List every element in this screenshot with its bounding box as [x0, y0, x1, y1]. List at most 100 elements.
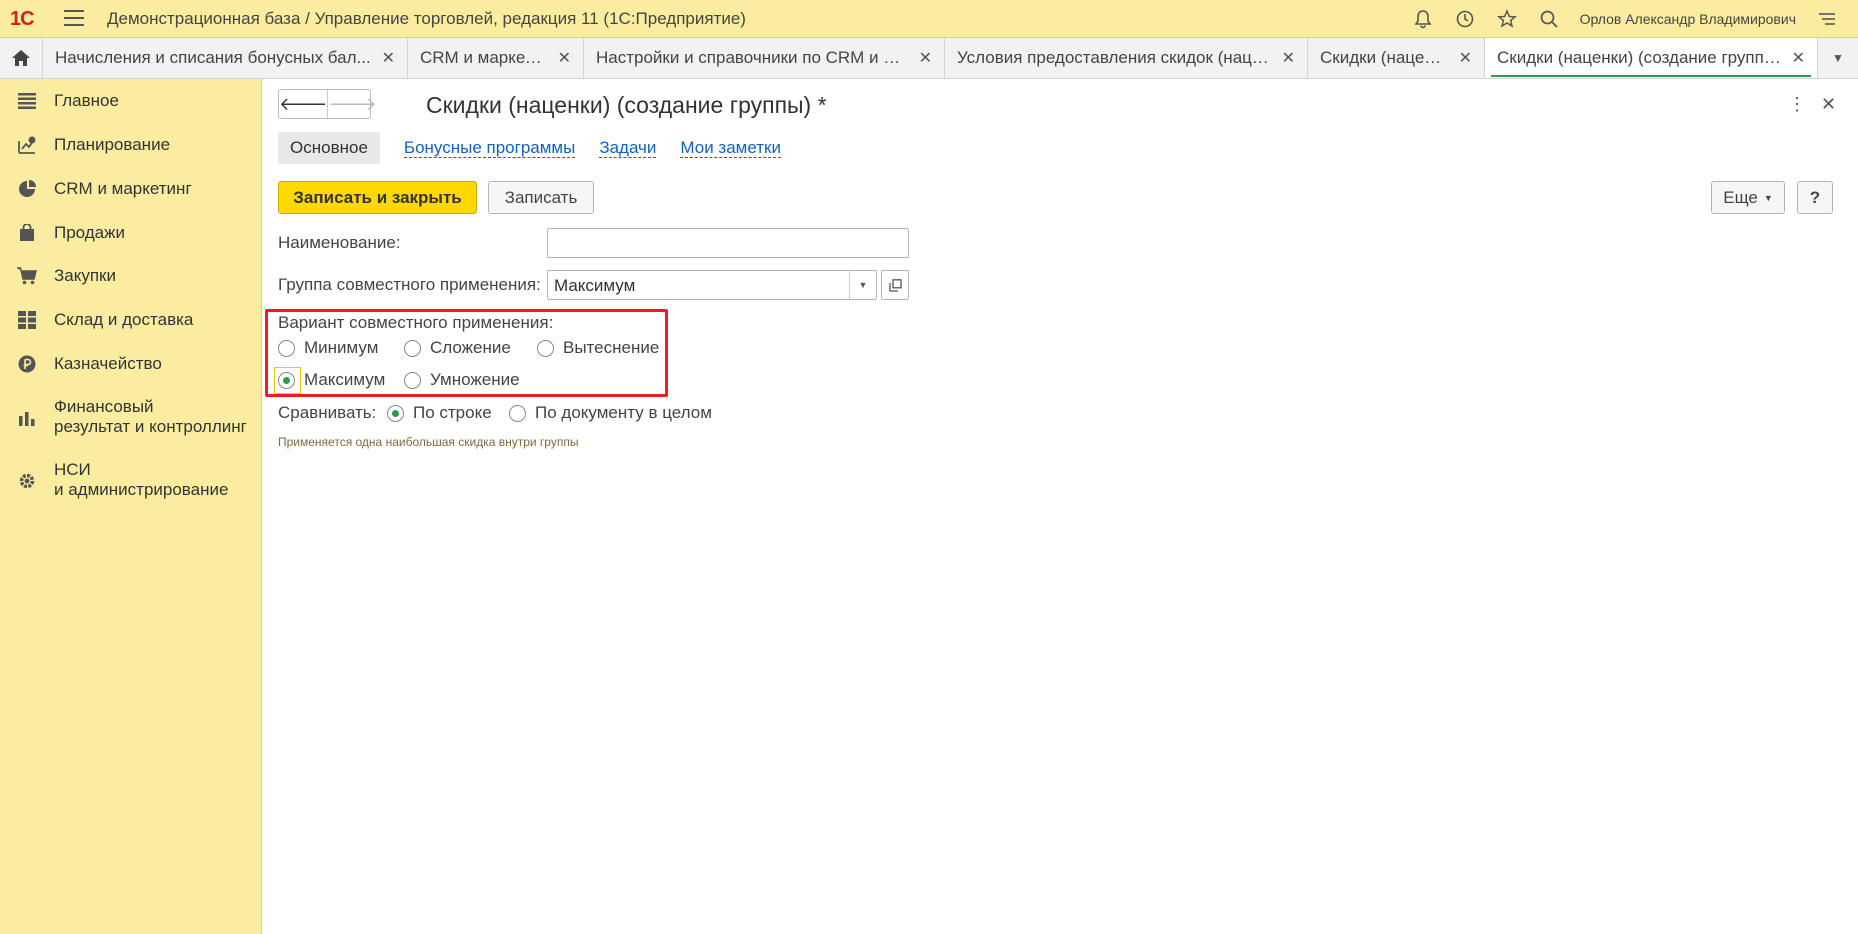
radio-circle-checked[interactable]: [387, 404, 404, 422]
radio-circle[interactable]: [278, 339, 295, 357]
tab-label: Условия предоставления скидок (наце...: [957, 48, 1272, 67]
sidebar-item-label: Продажи: [54, 223, 125, 242]
close-icon[interactable]: ✕: [382, 48, 395, 68]
tab-discount-conditions[interactable]: Условия предоставления скидок (наце... ✕: [945, 38, 1308, 78]
radio-multiplication[interactable]: Умножение: [404, 370, 520, 390]
more-actions-button[interactable]: Еще ▼: [1711, 181, 1785, 214]
home-icon[interactable]: [0, 38, 43, 78]
close-icon[interactable]: ✕: [1282, 48, 1295, 68]
radio-label: По документу в целом: [535, 403, 712, 422]
radio-label: Умножение: [430, 370, 520, 389]
group-select-value: Максимум: [554, 276, 636, 295]
radio-label: Вытеснение: [563, 338, 660, 357]
radio-addition[interactable]: Сложение: [404, 338, 511, 358]
bar-chart-icon: [17, 408, 37, 428]
tab-label: Настройки и справочники по CRM и ма...: [596, 48, 909, 67]
sidebar-item-finance[interactable]: Финансовый результат и контроллинг: [0, 397, 261, 441]
group-select[interactable]: Максимум ▼: [547, 270, 877, 300]
tab-crm-settings[interactable]: Настройки и справочники по CRM и ма... ✕: [584, 38, 945, 78]
top-bar: 1С Демонстрационная база / Управление то…: [0, 0, 1858, 38]
sidebar-item-label: Закупки: [54, 266, 116, 285]
radio-minimum[interactable]: Минимум: [278, 338, 378, 358]
radio-circle[interactable]: [404, 371, 421, 389]
close-icon[interactable]: ✕: [919, 48, 932, 68]
tab-label: Начисления и списания бонусных бал...: [55, 48, 371, 67]
sidebar-item-label: CRM и маркетинг: [54, 179, 192, 198]
radio-circle[interactable]: [537, 339, 554, 357]
radio-by-document[interactable]: По документу в целом: [509, 403, 712, 423]
sidebar-item-purchases[interactable]: Закупки: [0, 266, 261, 288]
sidebar: Главное Планирование CRM и маркетинг Про…: [0, 79, 262, 934]
hint-text: Применяется одна наибольшая скидка внутр…: [278, 435, 579, 449]
chevron-down-icon: ▼: [1763, 192, 1773, 203]
save-and-close-button[interactable]: Записать и закрыть: [278, 181, 477, 214]
tabs-more-icon[interactable]: ▼: [1818, 38, 1858, 78]
sidebar-item-admin[interactable]: НСИ и администрирование: [0, 460, 261, 504]
name-input[interactable]: [547, 228, 909, 258]
menu-icon[interactable]: [64, 10, 84, 31]
ruble-icon: [17, 354, 37, 374]
save-button[interactable]: Записать: [488, 181, 594, 214]
radio-label: Максимум: [304, 370, 386, 389]
history-icon[interactable]: [1454, 8, 1476, 30]
sidebar-item-sales[interactable]: Продажи: [0, 223, 261, 245]
history-nav: 🡐 🡒: [278, 89, 377, 119]
app-logo[interactable]: 1С: [10, 8, 35, 31]
group-label: Группа совместного применения:: [278, 275, 541, 294]
sidebar-item-treasury[interactable]: Казначейство: [0, 354, 261, 376]
sidebar-item-label: Финансовый результат и контроллинг: [54, 397, 247, 436]
chevron-down-icon[interactable]: ▼: [849, 271, 876, 299]
more-vertical-icon[interactable]: ⋮: [1788, 94, 1806, 115]
radio-displacement[interactable]: Вытеснение: [537, 338, 659, 358]
sidebar-item-warehouse[interactable]: Склад и доставка: [0, 310, 261, 332]
gear-icon: [17, 471, 37, 491]
star-icon[interactable]: [1496, 8, 1518, 30]
radio-by-row[interactable]: По строке: [387, 403, 492, 423]
shopping-bag-icon: [17, 223, 37, 243]
sidebar-item-main[interactable]: Главное: [0, 91, 261, 113]
section-bonus-programs[interactable]: Бонусные программы: [403, 138, 576, 158]
tabs-bar: Начисления и списания бонусных бал... ✕ …: [0, 38, 1858, 79]
radio-circle-checked[interactable]: [278, 371, 295, 389]
planning-icon: [17, 135, 37, 155]
variant-label: Вариант совместного применения:: [278, 313, 554, 332]
close-icon[interactable]: ✕: [558, 48, 571, 68]
sidebar-item-label: Казначейство: [54, 354, 162, 373]
radio-circle[interactable]: [404, 339, 421, 357]
more-actions-label: Еще: [1723, 187, 1758, 207]
list-icon: [17, 91, 37, 111]
bell-icon[interactable]: [1412, 8, 1434, 30]
user-name[interactable]: Орлов Александр Владимирович: [1580, 11, 1796, 27]
open-icon[interactable]: [881, 270, 909, 300]
section-tasks[interactable]: Задачи: [599, 138, 657, 158]
tab-bonus-accruals[interactable]: Начисления и списания бонусных бал... ✕: [43, 38, 408, 78]
tab-discounts-create-group[interactable]: Скидки (наценки) (создание группы) * ✕: [1485, 38, 1818, 78]
sidebar-item-label: Планирование: [54, 135, 171, 154]
sidebar-item-label: Склад и доставка: [54, 310, 194, 329]
section-main[interactable]: Основное: [278, 132, 380, 164]
search-icon[interactable]: [1538, 8, 1560, 30]
close-icon[interactable]: ✕: [1459, 48, 1472, 68]
sidebar-item-planning[interactable]: Планирование: [0, 135, 261, 157]
back-arrow-icon[interactable]: 🡐: [279, 90, 329, 118]
help-button[interactable]: ?: [1797, 181, 1833, 214]
sidebar-item-label: НСИ и администрирование: [54, 460, 229, 499]
sidebar-item-label: Главное: [54, 91, 119, 110]
settings-menu-icon[interactable]: [1816, 8, 1838, 30]
close-icon[interactable]: ✕: [1792, 48, 1805, 68]
forward-arrow-icon[interactable]: 🡒: [328, 90, 376, 118]
tab-label: Скидки (наценки): [1320, 48, 1449, 67]
radio-maximum[interactable]: Максимум: [278, 370, 385, 390]
section-notes[interactable]: Мои заметки: [680, 138, 781, 158]
tab-crm-marketing[interactable]: CRM и маркетинг ✕: [408, 38, 584, 78]
name-label: Наименование:: [278, 233, 401, 252]
close-icon[interactable]: ✕: [1821, 94, 1836, 115]
warehouse-icon: [17, 310, 37, 330]
sidebar-item-crm[interactable]: CRM и маркетинг: [0, 179, 261, 201]
tab-discounts[interactable]: Скидки (наценки) ✕: [1308, 38, 1485, 78]
tab-label: CRM и маркетинг: [420, 48, 548, 67]
form-title: Скидки (наценки) (создание группы) *: [426, 92, 827, 118]
radio-circle[interactable]: [509, 404, 526, 422]
app-title: Демонстрационная база / Управление торго…: [107, 9, 746, 28]
radio-label: По строке: [413, 403, 492, 422]
